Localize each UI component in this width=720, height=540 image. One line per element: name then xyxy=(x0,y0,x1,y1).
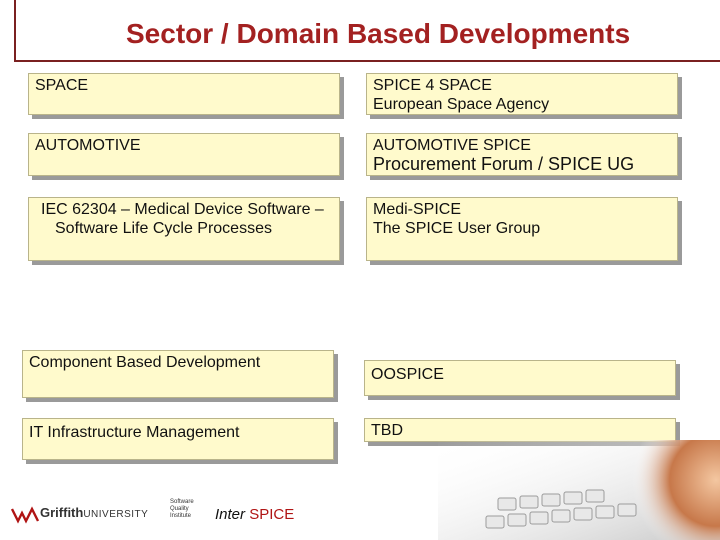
inter-text: Inter xyxy=(215,506,246,523)
sqi-line: Quality xyxy=(170,506,189,512)
development-name: AUTOMOTIVE SPICE xyxy=(373,137,531,154)
griffith-name: Griffith xyxy=(40,505,84,520)
university-label: UNIVERSITY xyxy=(83,509,149,520)
slide-title: Sector / Domain Based Developments xyxy=(126,18,631,49)
development-name: OOSPICE xyxy=(371,366,444,383)
sector-box-it-infrastructure: IT Infrastructure Management xyxy=(22,418,334,460)
development-name: Medi-SPICE xyxy=(373,201,462,218)
development-box-medical: Medi-SPICE The SPICE User Group xyxy=(366,197,678,261)
software-quality-institute-label: Software Quality Institute xyxy=(170,499,206,520)
decorative-keyboard-planet-image xyxy=(438,440,720,540)
sector-box-space: SPACE xyxy=(28,73,340,115)
development-owner: European Space Agency xyxy=(373,96,550,113)
development-box-oospice: OOSPICE xyxy=(364,360,676,396)
sqi-line: Institute xyxy=(170,513,192,519)
title-frame-left xyxy=(14,0,16,62)
development-box-space: SPICE 4 SPACE European Space Agency xyxy=(366,73,678,115)
development-owner: The SPICE User Group xyxy=(373,220,541,237)
development-box-automotive: AUTOMOTIVE SPICE Procurement Forum / SPI… xyxy=(366,133,678,176)
development-box-tbd: TBD xyxy=(364,418,676,442)
sector-label: AUTOMOTIVE xyxy=(35,137,141,154)
development-owner: Procurement Forum / SPICE UG xyxy=(373,154,635,174)
sector-label: IT Infrastructure Management xyxy=(29,424,240,441)
development-name: SPICE 4 SPACE xyxy=(373,77,492,94)
sqi-line: Software xyxy=(170,499,194,505)
griffith-university-wordmark: GriffithUNIVERSITY xyxy=(40,505,148,520)
inter-spice-logo: Inter SPICE xyxy=(215,506,294,523)
sector-box-component: Component Based Development xyxy=(22,350,334,398)
spice-text: SPICE xyxy=(249,506,295,523)
sector-label: SPACE xyxy=(35,77,89,94)
title-frame-bottom xyxy=(14,60,720,62)
sector-box-automotive: AUTOMOTIVE xyxy=(28,133,340,176)
griffith-logo-icon xyxy=(10,506,40,524)
sector-label: Component Based Development xyxy=(29,354,261,371)
sector-box-medical: IEC 62304 – Medical Device Software – So… xyxy=(28,197,340,261)
sector-label: IEC 62304 – Medical Device Software – So… xyxy=(41,201,324,237)
development-name: TBD xyxy=(371,422,403,439)
